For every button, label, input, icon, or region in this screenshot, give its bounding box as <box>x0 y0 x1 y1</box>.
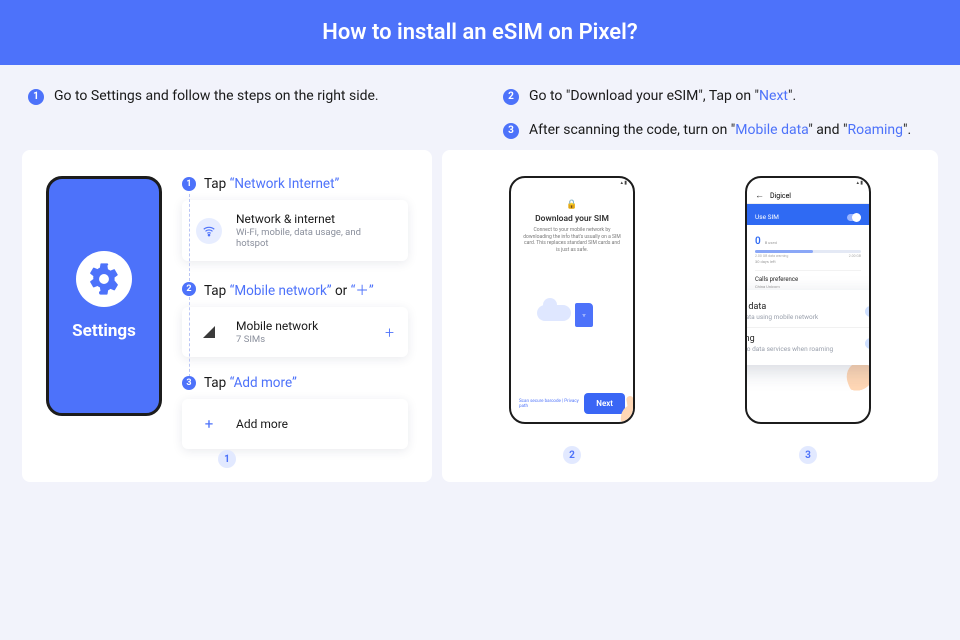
connector-line <box>189 194 190 281</box>
substep-2: 2 Tap “Mobile network” or “＋” Mobile net… <box>182 279 408 357</box>
data-usage: 0 B used 2.00 GB data warning2.00 GB 30 … <box>747 225 869 266</box>
usage-value: 0 <box>755 236 761 247</box>
download-desc: Connect to your mobile network by downlo… <box>519 227 625 253</box>
use-sim-section: Use SIM <box>747 204 869 225</box>
step-number-badge: 3 <box>503 123 519 139</box>
col-digicel: ▴ ▮ ← Digicel Use SIM 0 B used 2.00 GB d… <box>702 176 914 460</box>
use-sim-label: Use SIM <box>755 213 779 221</box>
panel-number-badge: 3 <box>799 446 817 464</box>
card-subtitle: Wi-Fi, mobile, data usage, and hotspot <box>236 227 394 249</box>
panel-settings-steps: Settings 1 Tap “Network Internet” Networ… <box>22 150 432 482</box>
back-icon[interactable]: ← <box>755 190 764 201</box>
top-step-1: 1 Go to Settings and follow the steps on… <box>28 87 463 107</box>
phone-mock-settings: Settings <box>46 176 162 416</box>
plus-icon[interactable]: + <box>385 323 394 342</box>
substep-3: 3 Tap “Add more” + Add more <box>182 375 408 449</box>
phone-topbar: ← Digicel <box>747 188 869 204</box>
status-bar: ▴ ▮ <box>511 178 633 188</box>
substep-text: Tap “Network Internet” <box>204 176 339 192</box>
gear-icon <box>76 251 132 307</box>
phone-mock-digicel: ▴ ▮ ← Digicel Use SIM 0 B used 2.00 GB d… <box>745 176 871 424</box>
card-title: Add more <box>236 417 288 431</box>
substep-badge: 3 <box>182 376 196 390</box>
toggle-sublabel: Access data using mobile network <box>745 313 818 321</box>
footer-links[interactable]: Scan secure barcode | Privacy path <box>519 399 584 409</box>
step-text: Go to Settings and follow the steps on t… <box>54 87 463 107</box>
next-button[interactable]: Next <box>584 393 625 414</box>
card-subtitle: 7 SIMs <box>236 334 318 345</box>
toggle-label: Mobile data <box>745 302 818 312</box>
substep-text: Tap “Mobile network” or “＋” <box>204 279 374 299</box>
plus-icon: + <box>196 411 222 437</box>
step-text: Go to "Download your eSIM", Tap on "Next… <box>529 87 938 107</box>
usage-unit: B used <box>765 240 777 245</box>
substep-text: Tap “Add more” <box>204 375 297 391</box>
step-number-badge: 2 <box>503 89 519 105</box>
hand-pointer-icon <box>847 362 871 394</box>
card-title: Network & internet <box>236 212 394 226</box>
col-download-sim: ▴ ▮ 🔒 Download your SIM Connect to your … <box>466 176 678 460</box>
top-instructions: 1 Go to Settings and follow the steps on… <box>0 65 960 150</box>
panel-number-badge: 1 <box>218 450 236 468</box>
connector-line <box>189 297 190 377</box>
toggle-sublabel: Connect to data services when roaming <box>745 345 833 353</box>
use-sim-toggle[interactable] <box>847 214 861 221</box>
cloud-sim-illustration: ▿ <box>537 287 607 329</box>
mobile-data-toggle[interactable] <box>865 306 871 317</box>
settings-label: Settings <box>72 321 136 341</box>
panels-row: Settings 1 Tap “Network Internet” Networ… <box>0 150 960 482</box>
panel-number-badge: 2 <box>563 446 581 464</box>
download-title: Download your SIM <box>519 214 625 224</box>
status-bar: ▴ ▮ <box>747 178 869 188</box>
signal-icon <box>196 319 222 345</box>
highlight-roaming: Roaming <box>847 122 903 138</box>
step-text: After scanning the code, turn on "Mobile… <box>529 121 938 141</box>
substep-badge: 2 <box>182 282 196 296</box>
top-step-3: 3 After scanning the code, turn on "Mobi… <box>503 121 938 141</box>
card-add-more[interactable]: + Add more <box>182 399 408 449</box>
lock-icon: 🔒 <box>519 200 625 210</box>
wifi-icon <box>196 218 222 244</box>
step-number-badge: 1 <box>28 89 44 105</box>
card-mobile-network[interactable]: Mobile network 7 SIMs + <box>182 307 408 357</box>
topbar-title: Digicel <box>770 192 791 200</box>
substep-badge: 1 <box>182 177 196 191</box>
toggle-row-roaming: Roaming Connect to data services when ro… <box>745 327 871 357</box>
page-header: How to install an eSIM on Pixel? <box>0 0 960 65</box>
highlight-mobile-data: Mobile data <box>735 122 808 138</box>
hand-pointer-icon <box>621 404 635 424</box>
phone-mock-download: ▴ ▮ 🔒 Download your SIM Connect to your … <box>509 176 635 424</box>
overlay-toggle-card: Mobile data Access data using mobile net… <box>745 290 871 365</box>
card-title: Mobile network <box>236 319 318 333</box>
roaming-toggle[interactable] <box>865 338 871 349</box>
card-network-internet[interactable]: Network & internet Wi-Fi, mobile, data u… <box>182 200 408 261</box>
usage-bar <box>755 250 861 253</box>
toggle-row-mobile-data: Mobile data Access data using mobile net… <box>745 298 871 325</box>
top-step-2: 2 Go to "Download your eSIM", Tap on "Ne… <box>503 87 938 107</box>
toggle-label: Roaming <box>745 334 833 344</box>
substeps-list: 1 Tap “Network Internet” Network & inter… <box>182 176 408 460</box>
page-title: How to install an eSIM on Pixel? <box>322 20 637 45</box>
panel-phone-screens: ▴ ▮ 🔒 Download your SIM Connect to your … <box>442 150 938 482</box>
substep-1: 1 Tap “Network Internet” Network & inter… <box>182 176 408 261</box>
highlight-next: Next <box>759 88 788 104</box>
